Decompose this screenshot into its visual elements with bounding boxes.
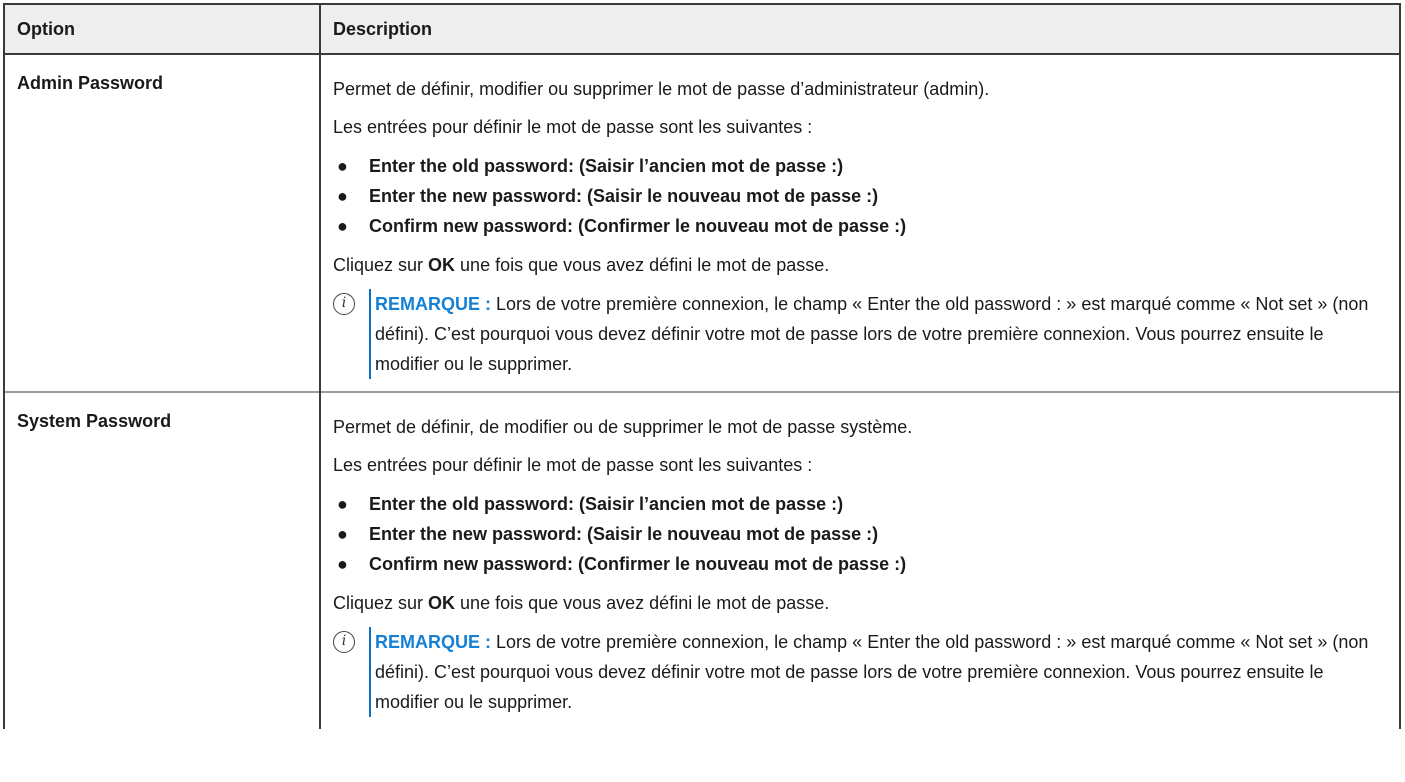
entries-intro: Les entrées pour définir le mot de passe… [333, 117, 813, 137]
info-icon: i [333, 293, 355, 315]
entry-text: Enter the new password: (Saisir le nouve… [369, 524, 879, 544]
list-item: ● Confirm new password: (Confirmer le no… [333, 549, 1387, 579]
entry-text: Enter the old password: (Saisir l’ancien… [369, 156, 844, 176]
password-entries-list: ● Enter the old password: (Saisir l’anci… [333, 489, 1387, 579]
password-entries-list: ● Enter the old password: (Saisir l’anci… [333, 151, 1387, 241]
list-item: ● Confirm new password: (Confirmer le no… [333, 211, 1387, 241]
option-description: Permet de définir, de modifier ou de sup… [319, 391, 1401, 729]
note-body: REMARQUE : Lors de votre première connex… [369, 627, 1387, 717]
ok-prefix: Cliquez sur [333, 255, 429, 275]
table-row-system-password: System Password Permet de définir, de mo… [3, 391, 1401, 729]
option-column-header: Option [3, 3, 321, 55]
list-item: ● Enter the old password: (Saisir l’anci… [333, 489, 1387, 519]
entry-text: Enter the new password: (Saisir le nouve… [369, 186, 879, 206]
ok-suffix: une fois que vous avez défini le mot de … [455, 255, 830, 275]
bullet-icon: ● [337, 186, 348, 206]
option-name: System Password [3, 391, 321, 729]
ok-prefix: Cliquez sur [333, 593, 429, 613]
entry-text: Confirm new password: (Confirmer le nouv… [369, 554, 907, 574]
bullet-icon: ● [337, 216, 348, 236]
note-label: REMARQUE : [375, 294, 491, 314]
option-name: Admin Password [3, 54, 321, 392]
list-item: ● Enter the old password: (Saisir l’anci… [333, 151, 1387, 181]
ok-label: OK [428, 255, 456, 275]
table-header-row: Option Description [3, 3, 1401, 55]
note-text: Lors de votre première connexion, le cha… [375, 294, 1369, 374]
description-intro: Permet de définir, de modifier ou de sup… [333, 417, 913, 437]
note-body: REMARQUE : Lors de votre première connex… [369, 289, 1387, 379]
options-table: Option Description Admin Password Permet… [3, 3, 1401, 729]
entry-text: Confirm new password: (Confirmer le nouv… [369, 216, 907, 236]
bullet-icon: ● [337, 554, 348, 574]
bullet-icon: ● [337, 156, 348, 176]
bullet-icon: ● [337, 524, 348, 544]
ok-label: OK [428, 593, 456, 613]
entry-text: Enter the old password: (Saisir l’ancien… [369, 494, 844, 514]
bullet-icon: ● [337, 494, 348, 514]
ok-suffix: une fois que vous avez défini le mot de … [455, 593, 830, 613]
option-description: Permet de définir, modifier ou supprimer… [319, 54, 1401, 392]
list-item: ● Enter the new password: (Saisir le nou… [333, 181, 1387, 211]
table-row-admin-password: Admin Password Permet de définir, modifi… [3, 54, 1401, 392]
ok-instruction: Cliquez sur OK une fois que vous avez dé… [333, 251, 1387, 279]
entries-intro: Les entrées pour définir le mot de passe… [333, 455, 813, 475]
description-intro: Permet de définir, modifier ou supprimer… [333, 79, 990, 99]
description-column-header: Description [319, 3, 1401, 55]
note-callout: i REMARQUE : Lors de votre première conn… [333, 289, 1387, 379]
list-item: ● Enter the new password: (Saisir le nou… [333, 519, 1387, 549]
info-icon: i [333, 631, 355, 653]
ok-instruction: Cliquez sur OK une fois que vous avez dé… [333, 589, 1387, 617]
note-label: REMARQUE : [375, 632, 491, 652]
note-callout: i REMARQUE : Lors de votre première conn… [333, 627, 1387, 717]
note-text: Lors de votre première connexion, le cha… [375, 632, 1369, 712]
